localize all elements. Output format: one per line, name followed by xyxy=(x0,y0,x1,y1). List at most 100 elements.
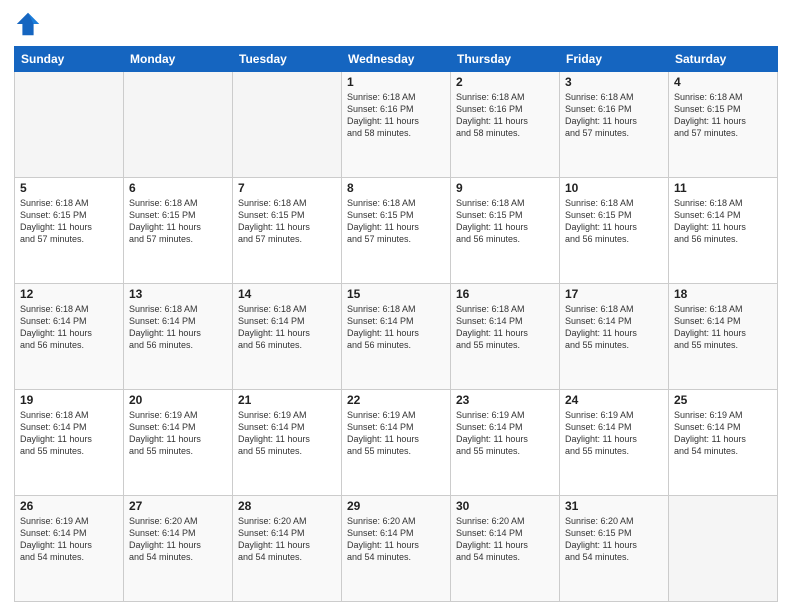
day-cell-27: 27 Sunrise: 6:20 AM Sunset: 6:14 PM Dayli… xyxy=(124,496,233,602)
day-number: 3 xyxy=(565,75,663,89)
weekday-header-saturday: Saturday xyxy=(669,47,778,72)
weekday-header-row: SundayMondayTuesdayWednesdayThursdayFrid… xyxy=(15,47,778,72)
day-cell-23: 23 Sunrise: 6:19 AM Sunset: 6:14 PM Dayli… xyxy=(451,390,560,496)
logo xyxy=(14,10,46,38)
week-row-1: 1 Sunrise: 6:18 AM Sunset: 6:16 PM Daylig… xyxy=(15,72,778,178)
day-info: Sunrise: 6:18 AM Sunset: 6:14 PM Dayligh… xyxy=(347,303,445,352)
day-number: 8 xyxy=(347,181,445,195)
day-number: 15 xyxy=(347,287,445,301)
day-number: 5 xyxy=(20,181,118,195)
day-cell-4: 4 Sunrise: 6:18 AM Sunset: 6:15 PM Daylig… xyxy=(669,72,778,178)
day-cell-24: 24Sunrise: 6:19 AM Sunset: 6:14 PM Dayli… xyxy=(560,390,669,496)
day-info: Sunrise: 6:18 AM Sunset: 6:14 PM Dayligh… xyxy=(238,303,336,352)
day-number: 21 xyxy=(238,393,336,407)
day-info: Sunrise: 6:18 AM Sunset: 6:15 PM Dayligh… xyxy=(20,197,118,246)
day-number: 26 xyxy=(20,499,118,513)
day-cell-1: 1 Sunrise: 6:18 AM Sunset: 6:16 PM Daylig… xyxy=(342,72,451,178)
day-number: 1 xyxy=(347,75,445,89)
weekday-header-thursday: Thursday xyxy=(451,47,560,72)
day-info: Sunrise: 6:18 AM Sunset: 6:15 PM Dayligh… xyxy=(129,197,227,246)
day-info: Sunrise: 6:18 AM Sunset: 6:15 PM Dayligh… xyxy=(238,197,336,246)
day-cell-25: 25 Sunrise: 6:19 AM Sunset: 6:14 PM Dayli… xyxy=(669,390,778,496)
day-number: 25 xyxy=(674,393,772,407)
day-info: Sunrise: 6:18 AM Sunset: 6:16 PM Dayligh… xyxy=(347,91,445,140)
day-info: Sunrise: 6:19 AM Sunset: 6:14 PM Dayligh… xyxy=(129,409,227,458)
week-row-4: 19 Sunrise: 6:18 AM Sunset: 6:14 PM Dayli… xyxy=(15,390,778,496)
day-number: 6 xyxy=(129,181,227,195)
day-info: Sunrise: 6:19 AM Sunset: 6:14 PM Dayligh… xyxy=(238,409,336,458)
empty-cell xyxy=(124,72,233,178)
day-cell-9: 9 Sunrise: 6:18 AM Sunset: 6:15 PM Daylig… xyxy=(451,178,560,284)
day-cell-31: 31Sunrise: 6:20 AM Sunset: 6:15 PM Dayli… xyxy=(560,496,669,602)
logo-icon xyxy=(14,10,42,38)
day-info: Sunrise: 6:18 AM Sunset: 6:15 PM Dayligh… xyxy=(456,197,554,246)
day-info: Sunrise: 6:18 AM Sunset: 6:15 PM Dayligh… xyxy=(674,91,772,140)
day-info: Sunrise: 6:19 AM Sunset: 6:14 PM Dayligh… xyxy=(456,409,554,458)
day-cell-21: 21 Sunrise: 6:19 AM Sunset: 6:14 PM Dayli… xyxy=(233,390,342,496)
day-info: Sunrise: 6:18 AM Sunset: 6:14 PM Dayligh… xyxy=(674,303,772,352)
day-cell-5: 5 Sunrise: 6:18 AM Sunset: 6:15 PM Daylig… xyxy=(15,178,124,284)
weekday-header-tuesday: Tuesday xyxy=(233,47,342,72)
day-cell-14: 14 Sunrise: 6:18 AM Sunset: 6:14 PM Dayli… xyxy=(233,284,342,390)
empty-cell xyxy=(15,72,124,178)
day-info: Sunrise: 6:18 AM Sunset: 6:14 PM Dayligh… xyxy=(20,303,118,352)
week-row-2: 5 Sunrise: 6:18 AM Sunset: 6:15 PM Daylig… xyxy=(15,178,778,284)
day-cell-7: 7Sunrise: 6:18 AM Sunset: 6:15 PM Daylig… xyxy=(233,178,342,284)
day-number: 11 xyxy=(674,181,772,195)
day-number: 4 xyxy=(674,75,772,89)
day-info: Sunrise: 6:18 AM Sunset: 6:14 PM Dayligh… xyxy=(674,197,772,246)
day-info: Sunrise: 6:18 AM Sunset: 6:14 PM Dayligh… xyxy=(565,303,663,352)
day-cell-29: 29 Sunrise: 6:20 AM Sunset: 6:14 PM Dayli… xyxy=(342,496,451,602)
day-cell-18: 18 Sunrise: 6:18 AM Sunset: 6:14 PM Dayli… xyxy=(669,284,778,390)
day-info: Sunrise: 6:18 AM Sunset: 6:16 PM Dayligh… xyxy=(565,91,663,140)
day-number: 2 xyxy=(456,75,554,89)
calendar-table: SundayMondayTuesdayWednesdayThursdayFrid… xyxy=(14,46,778,602)
day-number: 13 xyxy=(129,287,227,301)
empty-cell xyxy=(233,72,342,178)
day-number: 9 xyxy=(456,181,554,195)
day-number: 27 xyxy=(129,499,227,513)
empty-cell xyxy=(669,496,778,602)
day-cell-15: 15 Sunrise: 6:18 AM Sunset: 6:14 PM Dayli… xyxy=(342,284,451,390)
day-number: 17 xyxy=(565,287,663,301)
week-row-5: 26Sunrise: 6:19 AM Sunset: 6:14 PM Dayli… xyxy=(15,496,778,602)
day-cell-10: 10Sunrise: 6:18 AM Sunset: 6:15 PM Dayli… xyxy=(560,178,669,284)
day-info: Sunrise: 6:19 AM Sunset: 6:14 PM Dayligh… xyxy=(674,409,772,458)
day-info: Sunrise: 6:18 AM Sunset: 6:16 PM Dayligh… xyxy=(456,91,554,140)
day-cell-12: 12 Sunrise: 6:18 AM Sunset: 6:14 PM Dayli… xyxy=(15,284,124,390)
day-info: Sunrise: 6:18 AM Sunset: 6:14 PM Dayligh… xyxy=(20,409,118,458)
day-cell-11: 11 Sunrise: 6:18 AM Sunset: 6:14 PM Dayli… xyxy=(669,178,778,284)
day-number: 10 xyxy=(565,181,663,195)
day-number: 23 xyxy=(456,393,554,407)
weekday-header-friday: Friday xyxy=(560,47,669,72)
day-number: 12 xyxy=(20,287,118,301)
day-number: 18 xyxy=(674,287,772,301)
day-number: 20 xyxy=(129,393,227,407)
day-cell-3: 3 Sunrise: 6:18 AM Sunset: 6:16 PM Daylig… xyxy=(560,72,669,178)
day-info: Sunrise: 6:20 AM Sunset: 6:14 PM Dayligh… xyxy=(456,515,554,564)
day-info: Sunrise: 6:20 AM Sunset: 6:14 PM Dayligh… xyxy=(129,515,227,564)
day-cell-6: 6 Sunrise: 6:18 AM Sunset: 6:15 PM Daylig… xyxy=(124,178,233,284)
day-number: 19 xyxy=(20,393,118,407)
day-info: Sunrise: 6:18 AM Sunset: 6:15 PM Dayligh… xyxy=(347,197,445,246)
day-number: 22 xyxy=(347,393,445,407)
day-number: 14 xyxy=(238,287,336,301)
day-cell-28: 28 Sunrise: 6:20 AM Sunset: 6:14 PM Dayli… xyxy=(233,496,342,602)
weekday-header-sunday: Sunday xyxy=(15,47,124,72)
day-number: 24 xyxy=(565,393,663,407)
day-cell-13: 13Sunrise: 6:18 AM Sunset: 6:14 PM Dayli… xyxy=(124,284,233,390)
day-info: Sunrise: 6:20 AM Sunset: 6:14 PM Dayligh… xyxy=(347,515,445,564)
day-cell-8: 8 Sunrise: 6:18 AM Sunset: 6:15 PM Daylig… xyxy=(342,178,451,284)
day-info: Sunrise: 6:20 AM Sunset: 6:14 PM Dayligh… xyxy=(238,515,336,564)
day-number: 29 xyxy=(347,499,445,513)
day-cell-30: 30 Sunrise: 6:20 AM Sunset: 6:14 PM Dayli… xyxy=(451,496,560,602)
day-cell-16: 16Sunrise: 6:18 AM Sunset: 6:14 PM Dayli… xyxy=(451,284,560,390)
day-cell-20: 20 Sunrise: 6:19 AM Sunset: 6:14 PM Dayli… xyxy=(124,390,233,496)
day-cell-22: 22Sunrise: 6:19 AM Sunset: 6:14 PM Dayli… xyxy=(342,390,451,496)
weekday-header-wednesday: Wednesday xyxy=(342,47,451,72)
day-cell-19: 19 Sunrise: 6:18 AM Sunset: 6:14 PM Dayli… xyxy=(15,390,124,496)
day-number: 28 xyxy=(238,499,336,513)
day-number: 30 xyxy=(456,499,554,513)
day-cell-26: 26Sunrise: 6:19 AM Sunset: 6:14 PM Dayli… xyxy=(15,496,124,602)
header xyxy=(14,10,778,38)
